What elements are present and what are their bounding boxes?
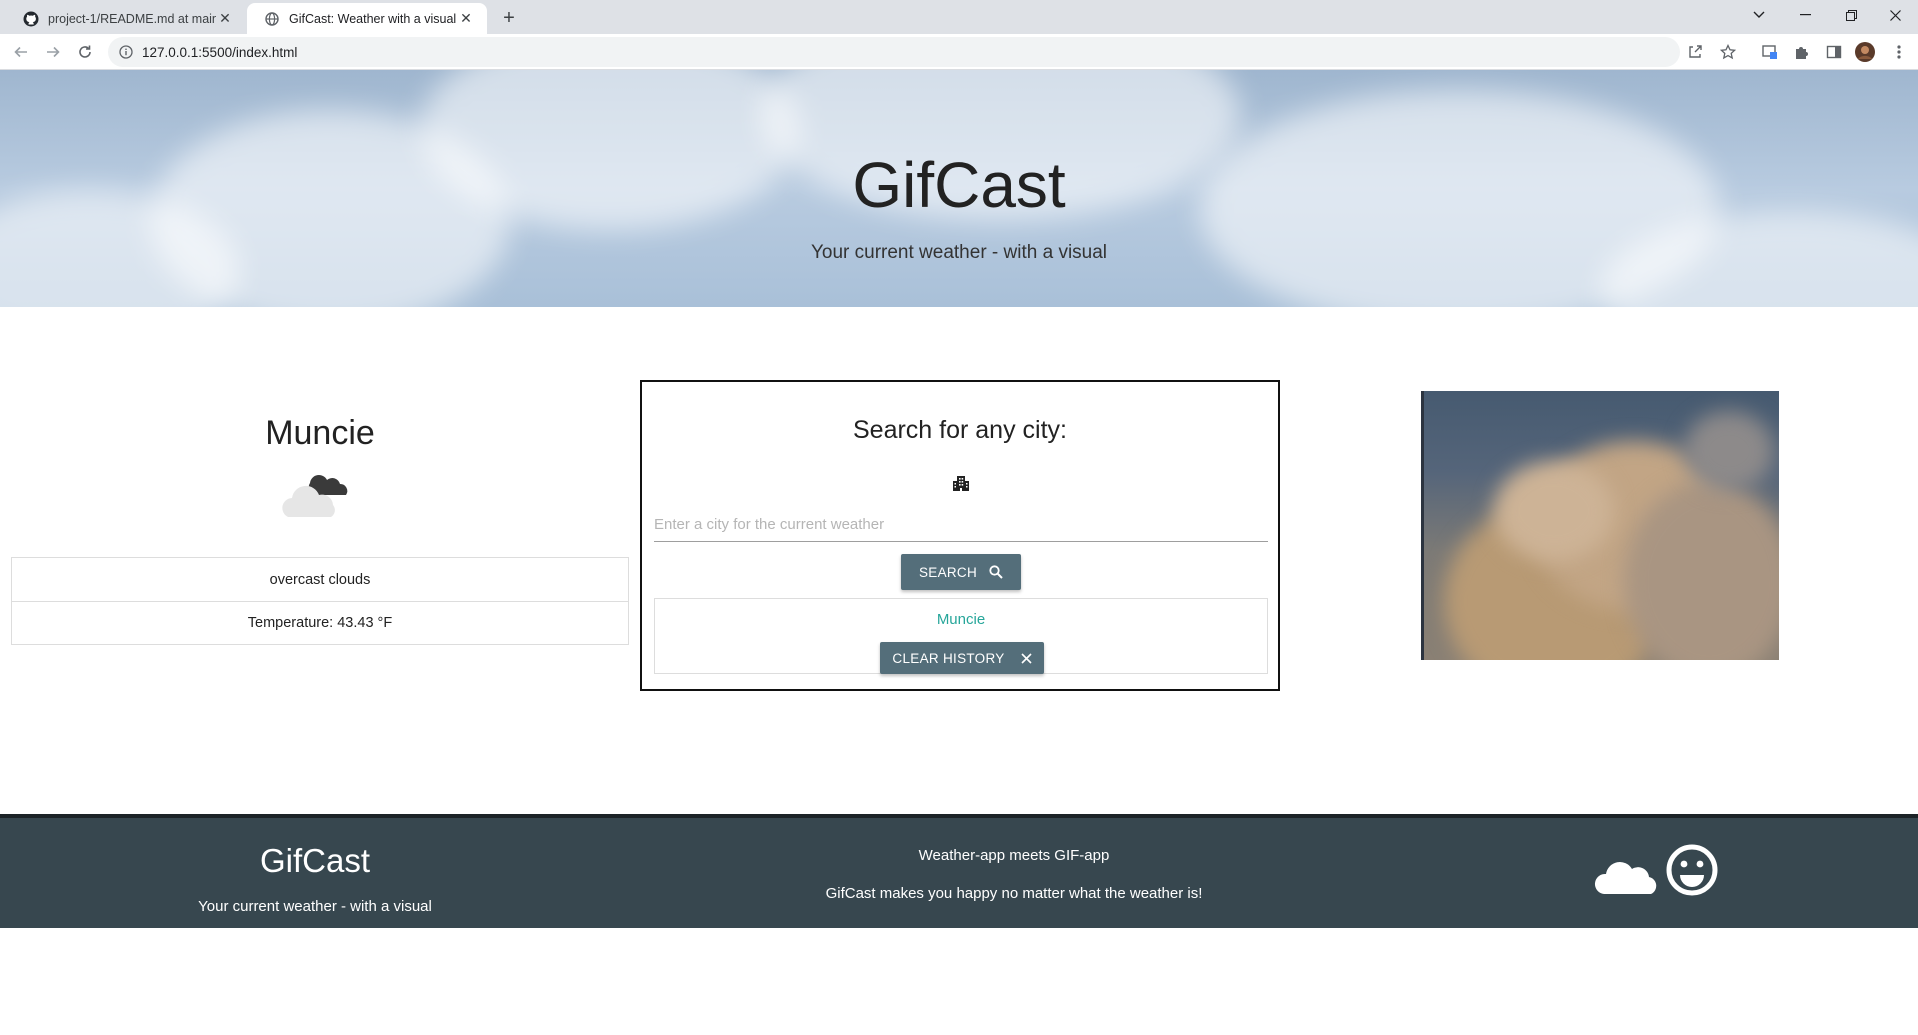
weather-info-table: overcast clouds Temperature: 43.43 °F <box>11 557 629 645</box>
search-history: Muncie CLEAR HISTORY <box>654 598 1268 674</box>
footer-icons <box>1594 844 1724 900</box>
weather-description: overcast clouds <box>269 571 371 588</box>
tab-gifcast[interactable]: GifCast: Weather with a visual ✕ <box>247 3 487 34</box>
puzzle-icon[interactable] <box>1792 42 1812 62</box>
avatar[interactable] <box>1855 42 1875 62</box>
reload-icon[interactable] <box>72 39 98 65</box>
tab-title: project-1/README.md at main · <box>48 11 216 26</box>
github-icon <box>23 11 39 27</box>
close-window-icon[interactable] <box>1872 0 1918 30</box>
search-heading: Search for any city: <box>853 416 1067 444</box>
minimize-icon[interactable] <box>1782 0 1828 30</box>
side-panel-icon[interactable] <box>1824 42 1844 62</box>
history-item-muncie[interactable]: Muncie <box>655 611 1267 628</box>
footer-subtitle: Your current weather - with a visual <box>198 898 432 915</box>
clear-history-button[interactable]: CLEAR HISTORY <box>880 642 1044 674</box>
url-text: 127.0.0.1:5500/index.html <box>142 44 298 60</box>
tab-search-icon[interactable] <box>1736 0 1782 30</box>
search-panel: Search for any city: SEARCH Muncie CLEAR… <box>640 380 1280 691</box>
close-icon <box>1021 652 1032 664</box>
tab-readme[interactable]: project-1/README.md at main · ✕ <box>6 3 246 34</box>
tab-title: GifCast: Weather with a visual <box>289 11 457 26</box>
city-icon <box>952 474 970 492</box>
city-search-input[interactable] <box>654 508 1268 542</box>
weather-gif <box>1421 391 1779 660</box>
address-bar[interactable]: 127.0.0.1:5500/index.html <box>108 37 1736 67</box>
globe-icon <box>264 11 280 27</box>
share-icon[interactable] <box>1686 43 1704 61</box>
clear-history-label: CLEAR HISTORY <box>892 650 1005 666</box>
browser-tabstrip: project-1/README.md at main · ✕ GifCast:… <box>0 0 1918 34</box>
site-subtitle: Your current weather - with a visual <box>810 242 1108 263</box>
back-icon[interactable] <box>8 39 34 65</box>
close-icon[interactable]: ✕ <box>457 10 475 28</box>
restore-icon[interactable] <box>1828 0 1874 30</box>
footer-heading: Weather-app meets GIF-app <box>918 847 1110 864</box>
search-button-label: SEARCH <box>918 564 978 580</box>
footer-tagline: GifCast makes you happy no matter what t… <box>825 885 1203 902</box>
extension-icon[interactable] <box>1760 42 1780 62</box>
search-button[interactable]: SEARCH <box>901 554 1021 590</box>
hero-banner: GifCast Your current weather - with a vi… <box>0 70 1918 307</box>
browser-toolbar: 127.0.0.1:5500/index.html <box>0 34 1918 70</box>
footer: GifCast Your current weather - with a vi… <box>0 814 1918 928</box>
cloud-icon <box>1594 861 1657 894</box>
site-title: GifCast <box>852 149 1066 221</box>
temperature-readout: Temperature: 43.43 °F <box>12 601 628 644</box>
bookmark-star-icon[interactable] <box>1719 43 1737 61</box>
smile-icon <box>1666 844 1718 896</box>
new-tab-icon[interactable]: + <box>497 6 521 30</box>
footer-title: GifCast <box>259 842 371 879</box>
more-menu-icon[interactable] <box>1889 42 1909 62</box>
current-weather-panel: Muncie overcast clouds Temperature: 43.4… <box>11 380 629 645</box>
overcast-clouds-icon <box>280 465 360 525</box>
info-icon[interactable] <box>118 44 134 60</box>
city-name: Muncie <box>265 414 375 452</box>
search-icon <box>989 565 1003 579</box>
close-icon[interactable]: ✕ <box>216 10 234 28</box>
forward-icon[interactable] <box>40 39 66 65</box>
